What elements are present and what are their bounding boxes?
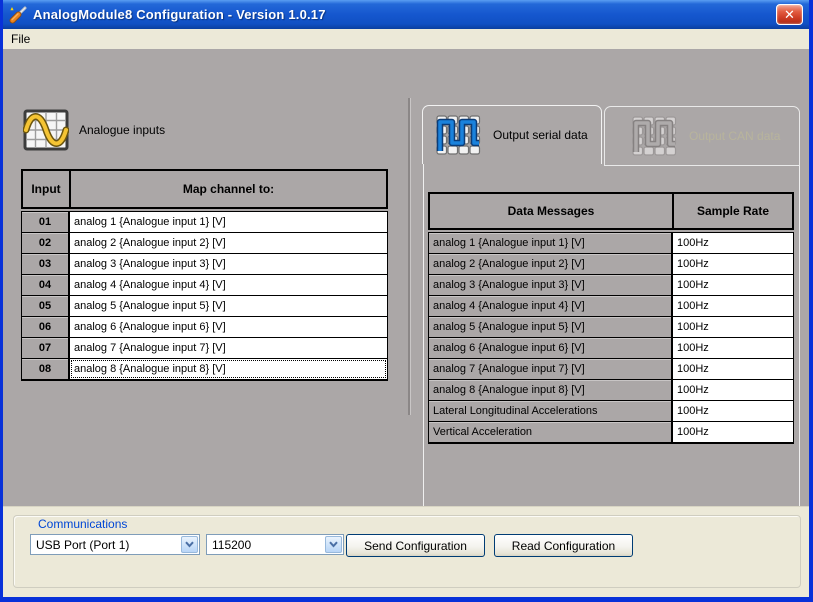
titlebar[interactable]: AnalogModule8 Configuration - Version 1.… [3,0,809,29]
table-row[interactable]: 06 analog 6 {Analogue input 6} [V] [22,317,387,338]
tab-output-can-label: Output CAN data [689,129,780,143]
map-channel-cell[interactable]: analog 1 {Analogue input 1} [V] [70,212,387,232]
channel-map-table-body: 01 analog 1 {Analogue input 1} [V] 02 an… [21,211,388,381]
table-row[interactable]: Vertical Acceleration 100Hz [429,422,793,442]
input-number-cell: 01 [22,212,70,232]
menu-bar: File [3,29,809,49]
data-message-cell[interactable]: Lateral Longitudinal Accelerations [429,401,673,421]
table-row[interactable]: 02 analog 2 {Analogue input 2} [V] [22,233,387,254]
table-row[interactable]: 03 analog 3 {Analogue input 3} [V] [22,254,387,275]
sample-rate-cell[interactable]: 100Hz [673,233,793,253]
column-header-map-channel: Map channel to: [71,171,386,207]
app-window: AnalogModule8 Configuration - Version 1.… [0,0,813,602]
map-channel-cell[interactable]: analog 2 {Analogue input 2} [V] [70,233,387,253]
sample-rate-cell[interactable]: 100Hz [673,380,793,400]
table-row[interactable]: 08 analog 8 {Analogue input 8} [V] [22,359,387,379]
client-area: Analogue inputs Input Map channel to: 01… [3,49,809,506]
map-channel-cell[interactable]: analog 7 {Analogue input 7} [V] [70,338,387,358]
send-configuration-button[interactable]: Send Configuration [346,534,485,557]
serial-data-tab-page: Data Messages Sample Rate analog 1 {Anal… [423,164,800,522]
table-row[interactable]: analog 5 {Analogue input 5} [V] 100Hz [429,317,793,338]
channel-map-table: Input Map channel to: 01 analog 1 {Analo… [21,169,388,381]
screwdriver-tools-icon [9,5,28,24]
sample-rate-cell[interactable]: 100Hz [673,422,793,442]
map-channel-cell[interactable]: analog 6 {Analogue input 6} [V] [70,317,387,337]
data-messages-table-header: Data Messages Sample Rate [428,192,794,230]
map-channel-cell[interactable]: analog 3 {Analogue input 3} [V] [70,254,387,274]
sample-rate-cell[interactable]: 100Hz [673,296,793,316]
table-row[interactable]: analog 3 {Analogue input 3} [V] 100Hz [429,275,793,296]
table-row[interactable]: analog 8 {Analogue input 8} [V] 100Hz [429,380,793,401]
input-number-cell: 06 [22,317,70,337]
table-row[interactable]: 01 analog 1 {Analogue input 1} [V] [22,212,387,233]
port-select[interactable]: USB Port (Port 1) [30,534,200,555]
window-title: AnalogModule8 Configuration - Version 1.… [33,7,326,22]
table-row[interactable]: analog 7 {Analogue input 7} [V] 100Hz [429,359,793,380]
input-number-cell: 07 [22,338,70,358]
tab-output-serial-data[interactable]: Output serial data [422,105,602,164]
port-select-value: USB Port (Port 1) [36,538,129,552]
data-message-cell[interactable]: analog 7 {Analogue input 7} [V] [429,359,673,379]
data-message-cell[interactable]: analog 3 {Analogue input 3} [V] [429,275,673,295]
panel-divider [408,98,411,415]
data-message-cell[interactable]: analog 6 {Analogue input 6} [V] [429,338,673,358]
communications-panel: Communications USB Port (Port 1) 115200 … [3,506,809,597]
table-row[interactable]: analog 6 {Analogue input 6} [V] 100Hz [429,338,793,359]
table-row[interactable]: analog 4 {Analogue input 4} [V] 100Hz [429,296,793,317]
map-channel-cell[interactable]: analog 4 {Analogue input 4} [V] [70,275,387,295]
table-row[interactable]: analog 1 {Analogue input 1} [V] 100Hz [429,233,793,254]
sample-rate-cell[interactable]: 100Hz [673,338,793,358]
read-configuration-button[interactable]: Read Configuration [494,534,633,557]
data-messages-table: Data Messages Sample Rate analog 1 {Anal… [428,192,794,444]
square-wave-grid-icon-disabled [631,115,677,157]
sample-rate-cell[interactable]: 100Hz [673,359,793,379]
sample-rate-cell[interactable]: 100Hz [673,275,793,295]
data-message-cell[interactable]: analog 5 {Analogue input 5} [V] [429,317,673,337]
column-header-input: Input [23,171,71,207]
chevron-down-icon [329,541,338,548]
sine-wave-grid-icon [23,109,69,151]
sample-rate-cell[interactable]: 100Hz [673,317,793,337]
port-dropdown-button[interactable] [181,536,198,553]
tab-output-can-data: Output CAN data [604,106,800,166]
map-channel-cell-focused[interactable]: analog 8 {Analogue input 8} [V] [70,359,387,379]
communications-groupbox: Communications USB Port (Port 1) 115200 … [13,515,801,588]
baud-rate-value: 115200 [212,538,251,552]
baud-dropdown-button[interactable] [325,536,342,553]
table-row[interactable]: 05 analog 5 {Analogue input 5} [V] [22,296,387,317]
sample-rate-cell[interactable]: 100Hz [673,254,793,274]
table-row[interactable]: Lateral Longitudinal Accelerations 100Hz [429,401,793,422]
input-number-cell: 02 [22,233,70,253]
sample-rate-cell[interactable]: 100Hz [673,401,793,421]
data-messages-table-body: analog 1 {Analogue input 1} [V] 100Hz an… [428,232,794,444]
table-row[interactable]: 07 analog 7 {Analogue input 7} [V] [22,338,387,359]
close-icon: ✕ [784,7,795,23]
data-message-cell[interactable]: analog 1 {Analogue input 1} [V] [429,233,673,253]
input-number-cell: 08 [22,359,70,379]
communications-group-label: Communications [34,517,131,531]
column-header-data-messages: Data Messages [430,194,674,228]
input-number-cell: 05 [22,296,70,316]
menu-file[interactable]: File [3,30,38,48]
map-channel-cell[interactable]: analog 5 {Analogue input 5} [V] [70,296,387,316]
column-header-sample-rate: Sample Rate [674,194,792,228]
channel-map-table-header: Input Map channel to: [21,169,388,209]
data-message-cell[interactable]: Vertical Acceleration [429,422,673,442]
baud-rate-select[interactable]: 115200 [206,534,344,555]
chevron-down-icon [185,541,194,548]
square-wave-grid-icon [435,114,481,156]
input-number-cell: 04 [22,275,70,295]
input-number-cell: 03 [22,254,70,274]
data-message-cell[interactable]: analog 8 {Analogue input 8} [V] [429,380,673,400]
analogue-inputs-header: Analogue inputs [23,109,165,151]
table-row[interactable]: analog 2 {Analogue input 2} [V] 100Hz [429,254,793,275]
tab-output-serial-label: Output serial data [493,128,588,142]
analogue-inputs-label: Analogue inputs [79,123,165,137]
data-message-cell[interactable]: analog 2 {Analogue input 2} [V] [429,254,673,274]
table-row[interactable]: 04 analog 4 {Analogue input 4} [V] [22,275,387,296]
data-message-cell[interactable]: analog 4 {Analogue input 4} [V] [429,296,673,316]
close-button[interactable]: ✕ [776,4,803,25]
